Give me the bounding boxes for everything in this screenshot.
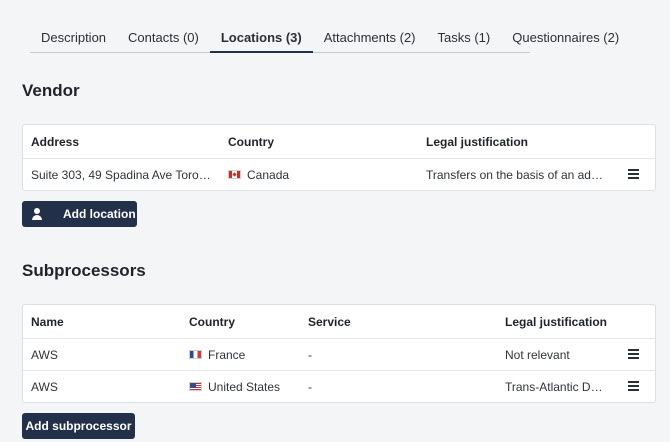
legal-justification-cell: Not relevant	[505, 347, 570, 362]
flag-france-icon	[189, 350, 202, 359]
tab-questionnaires[interactable]: Questionnaires (2)	[501, 24, 630, 53]
column-header-address: Address	[31, 134, 80, 149]
tab-description[interactable]: Description	[30, 24, 117, 53]
country-cell: Canada	[247, 167, 290, 182]
column-header-service: Service	[308, 314, 351, 329]
row-menu-icon[interactable]	[628, 169, 639, 179]
table-header: Name Country Service Legal justification	[23, 305, 655, 338]
tab-contacts[interactable]: Contacts (0)	[117, 24, 210, 53]
name-cell: AWS	[31, 379, 58, 394]
subprocessors-section-title: Subprocessors	[22, 261, 146, 280]
vendor-locations-table: Address Country Legal justification Suit…	[22, 124, 656, 191]
add-location-label: Add location	[63, 207, 136, 221]
service-cell: -	[308, 347, 312, 362]
column-header-country: Country	[228, 134, 274, 149]
tab-attachments[interactable]: Attachments (2)	[313, 24, 427, 53]
row-menu-icon[interactable]	[628, 381, 639, 391]
flag-canada-icon	[228, 170, 241, 179]
add-subprocessor-button[interactable]: Add subprocessor	[22, 413, 135, 439]
country-cell: United States	[208, 379, 281, 394]
row-menu-icon[interactable]	[628, 349, 639, 359]
column-header-legal-justification: Legal justification	[426, 134, 529, 149]
tab-locations[interactable]: Locations (3)	[209, 24, 313, 53]
table-row[interactable]: AWS United States - Trans-Atlantic Data …	[23, 370, 655, 402]
table-row[interactable]: AWS France - Not relevant	[23, 338, 655, 370]
legal-justification-cell: Transfers on the basis of an adequacy de…	[426, 167, 608, 182]
subprocessors-table: Name Country Service Legal justification…	[22, 304, 656, 403]
column-header-legal-justification: Legal justification	[505, 314, 608, 329]
address-cell: Suite 303, 49 Spadina Ave Toronto, M5V 2…	[31, 167, 211, 182]
tab-bar: Description Contacts (0) Locations (3) A…	[30, 24, 619, 53]
table-header: Address Country Legal justification	[23, 125, 655, 158]
column-header-country: Country	[189, 314, 235, 329]
user-icon	[31, 208, 43, 220]
tab-tasks[interactable]: Tasks (1)	[427, 24, 502, 53]
vendor-section-title: Vendor	[22, 81, 80, 100]
legal-justification-cell: Trans-Atlantic Data Privacy Framework	[505, 379, 609, 394]
flag-us-icon	[189, 382, 202, 391]
table-row[interactable]: Suite 303, 49 Spadina Ave Toronto, M5V 2…	[23, 158, 655, 190]
column-header-name: Name	[31, 314, 64, 329]
name-cell: AWS	[31, 347, 58, 362]
country-cell: France	[208, 347, 246, 362]
add-location-button[interactable]: Add location	[22, 201, 137, 227]
service-cell: -	[308, 379, 312, 394]
